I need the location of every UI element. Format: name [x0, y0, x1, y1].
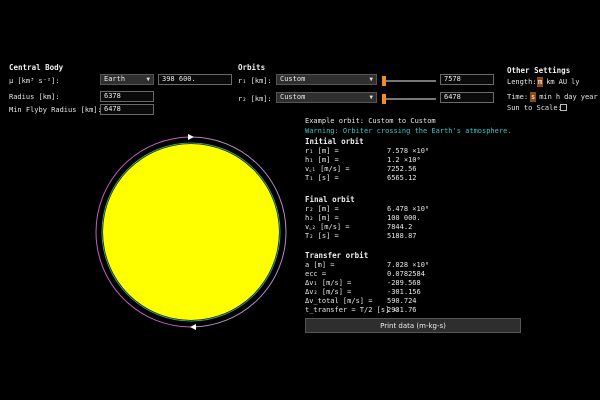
- length-unit-group: m km AU ly: [537, 77, 581, 87]
- row-key: h₂ [m] =: [305, 214, 339, 222]
- mu-label: μ [km³ s⁻²]:: [9, 77, 60, 85]
- time-unit-s[interactable]: s: [530, 92, 537, 102]
- r1-preset-select[interactable]: Custom ▼: [276, 74, 377, 85]
- body-select[interactable]: Earth ▼: [100, 74, 154, 85]
- row-key: t_transfer = T/2 [s] =: [305, 306, 398, 314]
- row-key: T₂ [s] =: [305, 232, 339, 240]
- r1-slider-track[interactable]: [382, 80, 436, 82]
- row-key: a [m] =: [305, 261, 335, 269]
- orbit-canvas: [95, 134, 287, 330]
- row-key: v꜀₂ [m/s] =: [305, 223, 350, 231]
- flyby-radius-label: Min Flyby Radius [km]:: [9, 106, 102, 114]
- row-key: ecc =: [305, 270, 327, 278]
- final-orbit-header: Final orbit: [305, 195, 355, 204]
- row-key: Δv_total [m/s] =: [305, 297, 373, 305]
- sun-to-scale-label: Sun to Scale:: [507, 104, 562, 112]
- time-unit-min[interactable]: min: [538, 92, 553, 102]
- r1-preset-value: Custom: [280, 75, 306, 83]
- atmosphere-warning: Warning: Orbiter crossing the Earth's at…: [305, 127, 512, 135]
- length-label: Length:: [507, 78, 537, 86]
- row-value: 7252.56: [387, 165, 417, 173]
- r1-label: r₁ [km]:: [238, 77, 272, 85]
- row-key: Δv₂ [m/s] =: [305, 288, 352, 296]
- r1-input[interactable]: 7578: [440, 74, 494, 85]
- row-value: 1.2 ×10⁶: [387, 156, 421, 164]
- length-unit-ly[interactable]: ly: [570, 77, 580, 87]
- r2-preset-select[interactable]: Custom ▼: [276, 92, 377, 103]
- other-settings-header: Other Settings: [507, 66, 571, 75]
- row-key: v꜀₁ [m/s] =: [305, 165, 350, 173]
- chevron-down-icon: ▼: [146, 76, 150, 83]
- transfer-start-arrow-icon: [188, 134, 194, 140]
- r2-label: r₂ [km]:: [238, 95, 272, 103]
- row-value: 7.028 ×10⁶: [387, 261, 430, 269]
- mu-input[interactable]: 398 600.: [158, 74, 232, 85]
- row-value: 2931.76: [387, 306, 417, 314]
- flyby-radius-input[interactable]: 6478: [100, 104, 154, 115]
- time-label: Time:: [507, 93, 529, 101]
- row-value: 100 000.: [387, 214, 421, 222]
- row-value: 7.578 ×10⁶: [387, 147, 430, 155]
- example-orbit-text: Example orbit: Custom to Custom: [305, 117, 436, 125]
- time-unit-group: s min h day year: [530, 92, 599, 102]
- row-value: -289.568: [387, 279, 421, 287]
- row-key: r₁ [m] =: [305, 147, 339, 155]
- chevron-down-icon: ▼: [369, 76, 373, 83]
- row-key: T₁ [s] =: [305, 174, 339, 182]
- radius-label: Radius [km]:: [9, 93, 60, 101]
- r2-slider-thumb[interactable]: [382, 94, 386, 104]
- r2-preset-value: Custom: [280, 93, 306, 101]
- r2-input[interactable]: 6478: [440, 92, 494, 103]
- sun-to-scale-checkbox[interactable]: [560, 104, 567, 111]
- r1-slider-thumb[interactable]: [382, 76, 386, 86]
- row-value: 0.0782584: [387, 270, 425, 278]
- orbits-header: Orbits: [238, 63, 266, 72]
- row-value: 7844.2: [387, 223, 413, 231]
- length-unit-km[interactable]: km: [545, 77, 555, 87]
- body-select-value: Earth: [104, 75, 126, 83]
- row-key: h₁ [m] =: [305, 156, 339, 164]
- r2-slider-track[interactable]: [382, 98, 436, 100]
- central-body-header: Central Body: [9, 63, 64, 72]
- print-data-button[interactable]: Print data (m-kg-s): [305, 318, 521, 333]
- length-unit-au[interactable]: AU: [558, 77, 568, 87]
- time-unit-day[interactable]: day: [563, 92, 578, 102]
- chevron-down-icon: ▼: [369, 94, 373, 101]
- row-value: 590.724: [387, 297, 417, 305]
- initial-orbit-header: Initial orbit: [305, 137, 364, 146]
- transfer-end-arrow-icon: [190, 324, 196, 330]
- row-key: Δv₁ [m/s] =: [305, 279, 352, 287]
- row-value: -301.156: [387, 288, 421, 296]
- planet: [103, 144, 279, 320]
- time-unit-year[interactable]: year: [580, 92, 599, 102]
- row-value: 6565.12: [387, 174, 417, 182]
- row-value: 6.478 ×10⁶: [387, 205, 430, 213]
- row-value: 5188.87: [387, 232, 417, 240]
- radius-input[interactable]: 6378: [100, 91, 154, 102]
- time-unit-h[interactable]: h: [555, 92, 561, 102]
- length-unit-m[interactable]: m: [537, 77, 544, 87]
- transfer-orbit-header: Transfer orbit: [305, 251, 369, 260]
- row-key: r₂ [m] =: [305, 205, 339, 213]
